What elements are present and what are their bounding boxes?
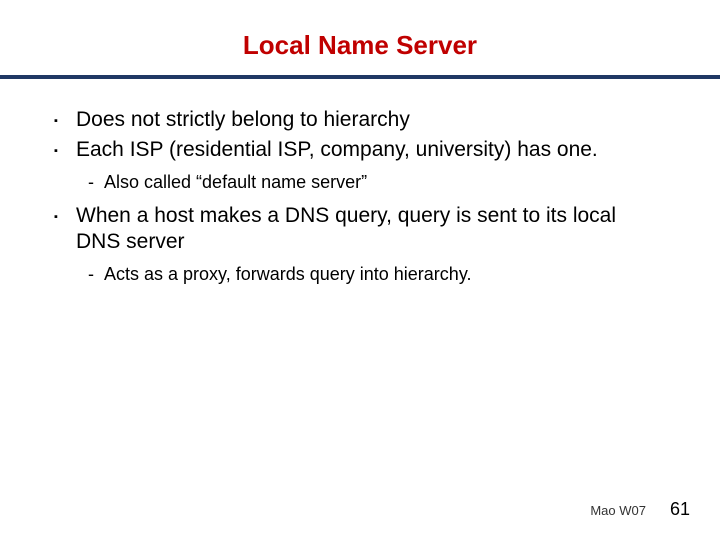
bullet-text: Each ISP (residential ISP, company, univ… xyxy=(76,137,598,163)
sub-bullet-text: Also called “default name server” xyxy=(104,171,367,193)
bullet-item: ▪ When a host makes a DNS query, query i… xyxy=(54,203,666,255)
content: ▪ Does not strictly belong to hierarchy … xyxy=(0,79,720,285)
square-bullet-icon: ▪ xyxy=(54,107,76,133)
sub-bullet-item: - Also called “default name server” xyxy=(88,171,666,193)
slide: Local Name Server ▪ Does not strictly be… xyxy=(0,0,720,540)
bullet-item: ▪ Each ISP (residential ISP, company, un… xyxy=(54,137,666,163)
sub-bullet-text: Acts as a proxy, forwards query into hie… xyxy=(104,263,471,285)
dash-icon: - xyxy=(88,263,104,285)
dash-icon: - xyxy=(88,171,104,193)
square-bullet-icon: ▪ xyxy=(54,137,76,163)
page-number: 61 xyxy=(670,499,690,520)
bullet-text: When a host makes a DNS query, query is … xyxy=(76,203,666,255)
bullet-text: Does not strictly belong to hierarchy xyxy=(76,107,410,133)
bullet-item: ▪ Does not strictly belong to hierarchy xyxy=(54,107,666,133)
square-bullet-icon: ▪ xyxy=(54,203,76,229)
sub-bullet-item: - Acts as a proxy, forwards query into h… xyxy=(88,263,666,285)
slide-title: Local Name Server xyxy=(0,0,720,75)
footer-credit: Mao W07 xyxy=(590,503,646,518)
footer: Mao W07 61 xyxy=(590,499,690,520)
